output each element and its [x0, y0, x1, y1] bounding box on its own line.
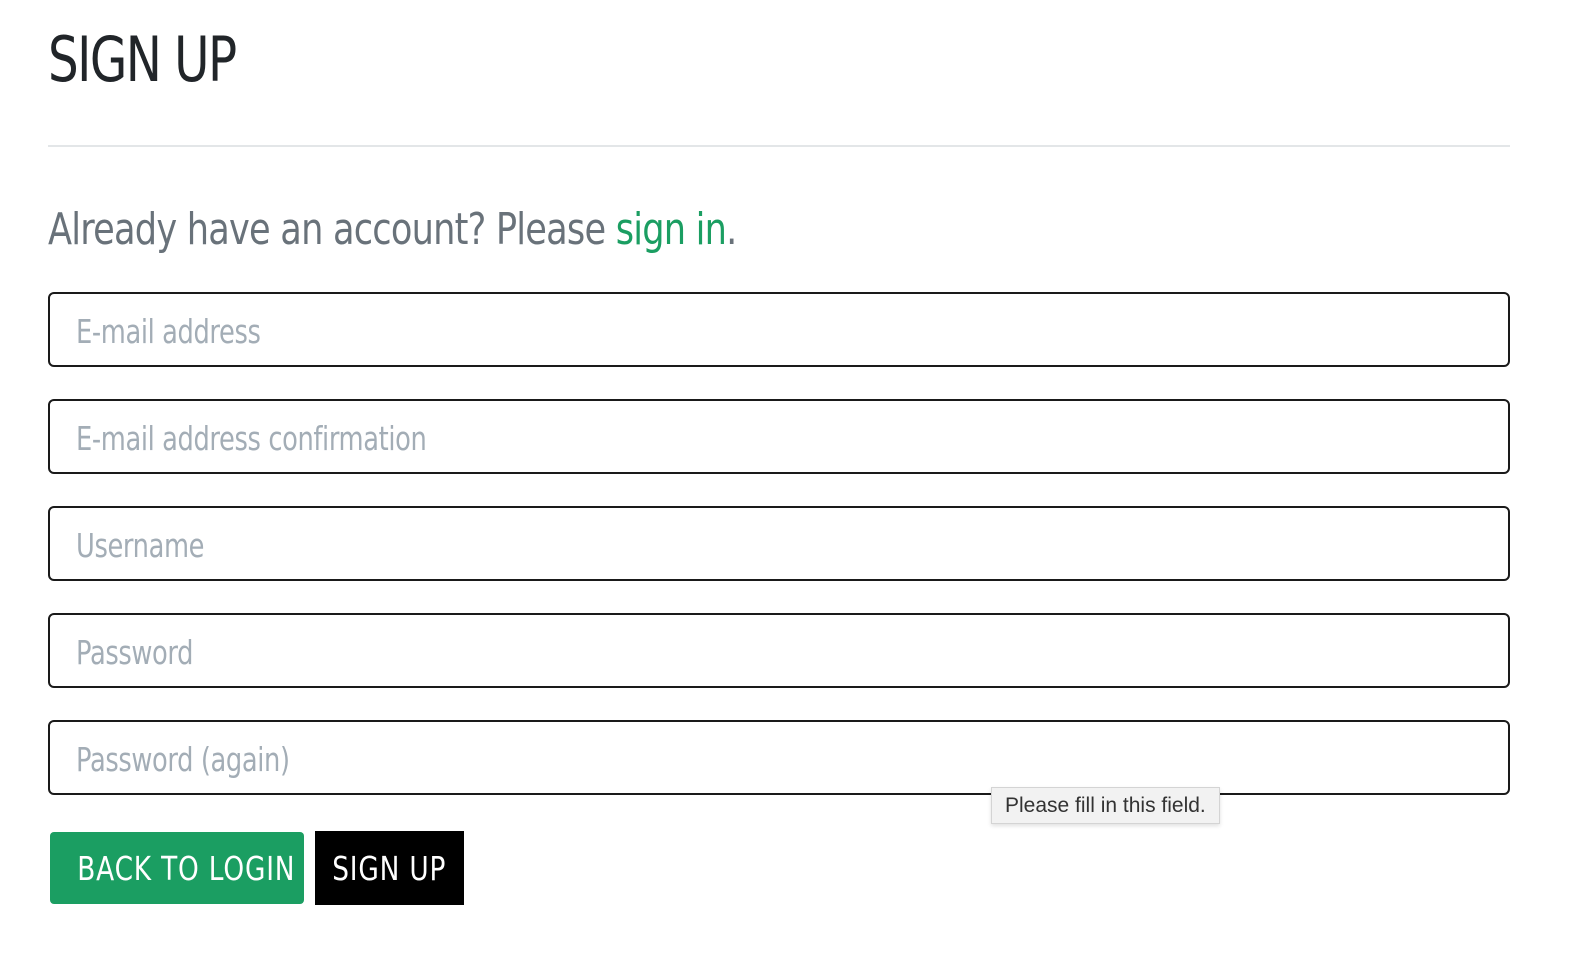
validation-tooltip: Please fill in this field. — [991, 787, 1220, 824]
email-placeholder: E-mail address — [76, 312, 261, 351]
title-divider — [48, 145, 1510, 147]
back-to-login-label: BACK TO LOGIN — [77, 848, 296, 888]
username-field[interactable]: Username — [48, 506, 1510, 581]
sign-in-prompt: Already have an account? Please sign in. — [48, 200, 737, 260]
sign-up-label: SIGN UP — [332, 848, 447, 888]
email-field[interactable]: E-mail address — [48, 292, 1510, 367]
password-placeholder: Password — [76, 633, 194, 672]
page-title: SIGN UP — [48, 23, 237, 96]
password-field[interactable]: Password — [48, 613, 1510, 688]
back-to-login-button[interactable]: BACK TO LOGIN — [50, 832, 304, 904]
username-placeholder: Username — [76, 526, 205, 565]
sign-in-prompt-period: . — [726, 204, 737, 255]
email-confirmation-placeholder: E-mail address confirmation — [76, 419, 427, 458]
sign-up-button[interactable]: SIGN UP — [315, 831, 464, 905]
password-again-field[interactable]: Password (again) — [48, 720, 1510, 795]
sign-in-link[interactable]: sign in — [616, 204, 727, 255]
password-again-placeholder: Password (again) — [76, 740, 290, 779]
sign-in-prompt-text: Already have an account? Please — [48, 204, 616, 255]
email-confirmation-field[interactable]: E-mail address confirmation — [48, 399, 1510, 474]
